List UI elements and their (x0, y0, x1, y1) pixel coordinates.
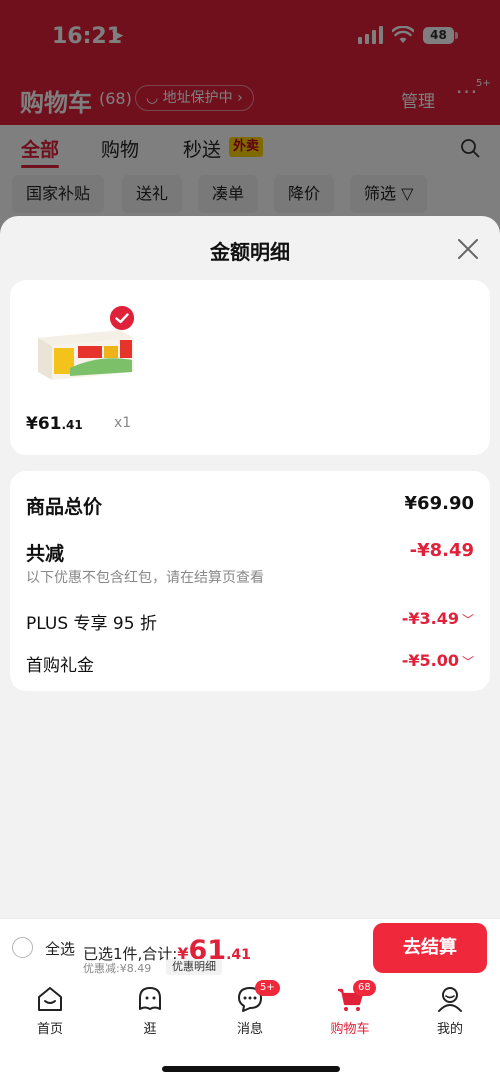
cart-badge: 68 (353, 980, 376, 996)
total-reduction-label: 共减 (26, 543, 65, 565)
tabbar-cart-label: 购物车 (330, 1022, 370, 1037)
profile-icon (438, 987, 462, 1012)
reduction-note: 以下优惠不包含红包，请在结算页查看 (26, 570, 264, 586)
checkout-button[interactable]: 去结算 (373, 923, 487, 973)
total-price-value: ¥69.90 (404, 493, 474, 514)
tabbar-messages[interactable]: 5+ 消息 (210, 980, 290, 1037)
select-all-label[interactable]: 全选 (45, 938, 75, 959)
tabbar-home[interactable]: 首页 (10, 984, 90, 1037)
tabbar-browse-label: 逛 (143, 1022, 157, 1037)
browse-face-icon (139, 987, 161, 1010)
home-icon (38, 987, 62, 1011)
price-detail-card: 商品总价 ¥69.90 共减 -¥8.49 以下优惠不包含红包，请在结算页查看 … (10, 471, 490, 691)
tabbar-me[interactable]: 我的 (410, 984, 490, 1037)
select-all-radio[interactable] (12, 937, 33, 958)
total-amount-dec: .41 (226, 947, 251, 963)
total-price-label: 商品总价 (26, 496, 103, 518)
product-quantity: x1 (114, 415, 132, 431)
first-purchase-gift-label: 首购礼金 (26, 656, 94, 676)
product-price-int: ¥61 (26, 414, 62, 434)
chevron-down-icon: ﹀ (461, 613, 474, 627)
discount-amount: 优惠减:¥8.49 (83, 962, 152, 975)
tabbar-cart[interactable]: 68 购物车 (310, 980, 390, 1037)
total-reduction-value: -¥8.49 (409, 540, 474, 561)
messages-badge: 5+ (255, 980, 280, 996)
chevron-down-icon: ﹀ (461, 655, 474, 669)
first-purchase-gift-row[interactable]: -¥5.00 ﹀ (402, 651, 474, 670)
plus-discount-label: PLUS 专享 95 折 (26, 614, 157, 634)
discount-detail-link[interactable]: 优惠明细 (166, 959, 222, 975)
plus-discount-value: -¥3.49 (401, 609, 459, 628)
product-price: ¥61.41 (26, 414, 83, 434)
tabbar-browse[interactable]: 逛 (110, 984, 190, 1037)
product-card: ¥61.41 x1 (10, 280, 490, 455)
sheet-title: 金额明细 (210, 240, 290, 264)
tabbar-home-label: 首页 (36, 1022, 63, 1037)
first-purchase-gift-value: -¥5.00 (401, 651, 459, 670)
home-indicator (162, 1066, 340, 1072)
tabbar-me-label: 我的 (436, 1022, 463, 1037)
plus-discount-row[interactable]: -¥3.49 ﹀ (402, 609, 474, 628)
checkout-bar: 全选 已选1件,合计:¥61.41 优惠减:¥8.49 优惠明细 去结算 (0, 918, 500, 976)
product-price-dec: .41 (61, 418, 83, 432)
checkmark-icon[interactable] (110, 306, 134, 330)
tabbar-messages-label: 消息 (236, 1022, 263, 1037)
close-icon[interactable] (455, 236, 481, 262)
amount-detail-sheet: 金额明细 ¥61.41 x1 商品总价 ¥69.90 共减 -¥8.49 以下优… (0, 216, 500, 918)
